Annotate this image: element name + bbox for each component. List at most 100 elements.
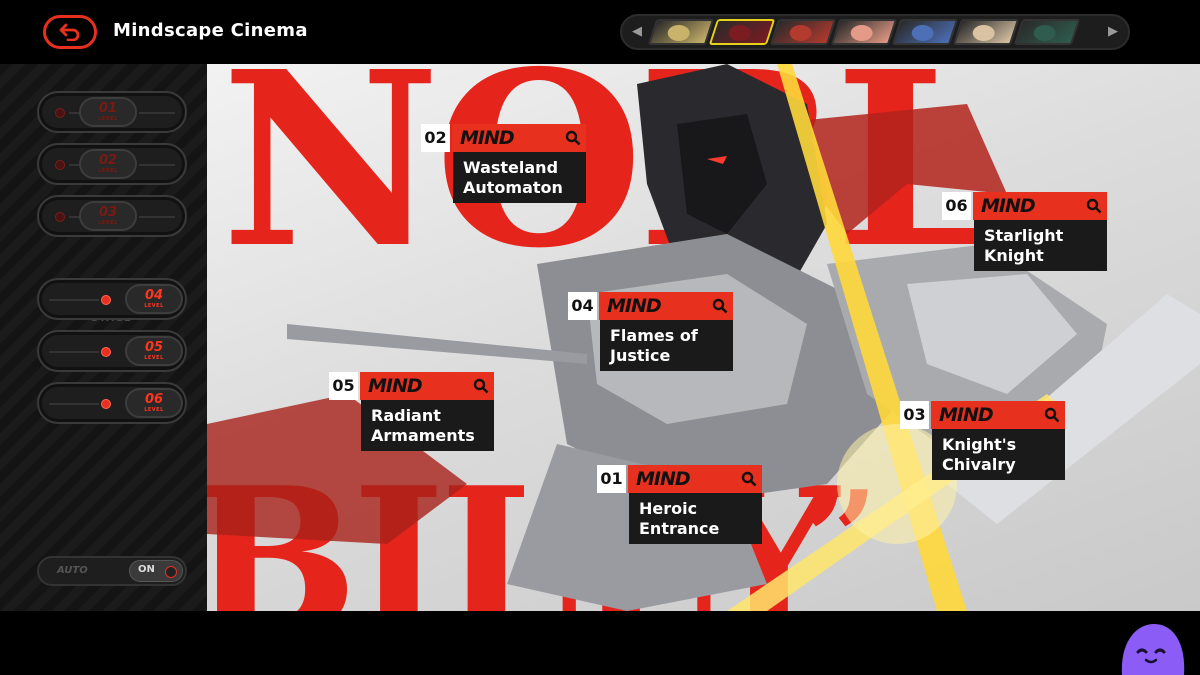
magnifier-icon <box>741 471 757 487</box>
level-rail <box>139 216 175 218</box>
level-4-button[interactable]: 04 LEVEL <box>37 278 187 320</box>
mind-tag: MIND <box>368 375 423 397</box>
level-indicator-dot <box>55 160 65 170</box>
level-3-button[interactable]: 03 LEVEL <box>37 195 187 237</box>
mindscape-title: Flames of Justice <box>600 320 733 371</box>
level-indicator-dot <box>101 347 111 357</box>
portrait-face <box>850 25 873 41</box>
character-1-portrait[interactable] <box>647 19 715 45</box>
level-5-button[interactable]: 05 LEVEL <box>37 330 187 372</box>
back-arrow-icon <box>59 23 80 41</box>
level-indicator-dot <box>55 212 65 222</box>
chevron-right-icon[interactable]: ▶ <box>1108 24 1118 39</box>
mindscape-card-05[interactable]: 05 MIND Radiant Armaments <box>329 372 494 451</box>
character-portraits <box>647 19 1081 45</box>
level-sublabel: LEVEL <box>144 303 164 309</box>
level-sublabel: LEVEL <box>98 168 118 174</box>
level-rail <box>139 164 175 166</box>
mindscape-card-03[interactable]: 03 MIND Knight's Chivalry <box>900 401 1065 480</box>
level-sublabel: LEVEL <box>144 407 164 413</box>
magnifier-icon <box>565 130 581 146</box>
top-bar: Mindscape Cinema ◀ ▶ <box>0 0 1200 64</box>
mindscape-title: Wasteland Automaton <box>453 152 586 203</box>
mindscape-header: MIND <box>931 401 1065 429</box>
magnifier-icon <box>1086 198 1102 214</box>
mind-tag: MIND <box>939 404 994 426</box>
mindscape-number: 04 <box>568 292 597 320</box>
auto-play-control: AUTO ON <box>37 556 187 586</box>
level-2-button[interactable]: 02 LEVEL <box>37 143 187 185</box>
level-sublabel: LEVEL <box>144 355 164 361</box>
mind-tag: MIND <box>607 295 662 317</box>
portrait-face <box>728 25 751 41</box>
level-number: 05 <box>144 340 164 355</box>
character-2-portrait[interactable] <box>708 19 776 45</box>
auto-label: AUTO <box>57 565 88 576</box>
level-knob: 02 LEVEL <box>79 149 137 179</box>
magnifier-icon <box>712 298 728 314</box>
mindscape-number: 03 <box>900 401 929 429</box>
mindscape-number: 01 <box>597 465 626 493</box>
mindscape-header: MIND <box>628 465 762 493</box>
portrait-face <box>911 25 934 41</box>
mindscape-card-04[interactable]: 04 MIND Flames of Justice <box>568 292 733 371</box>
level-indicator-dot <box>101 399 111 409</box>
character-6-portrait[interactable] <box>952 19 1020 45</box>
character-5-portrait[interactable] <box>891 19 959 45</box>
level-number: 02 <box>98 153 118 168</box>
level-knob: 03 LEVEL <box>79 201 137 231</box>
character-4-portrait[interactable] <box>830 19 898 45</box>
level-sublabel: LEVEL <box>98 220 118 226</box>
mind-tag: MIND <box>460 127 515 149</box>
character-3-portrait[interactable] <box>769 19 837 45</box>
magnifier-icon <box>1044 407 1060 423</box>
back-button[interactable] <box>43 15 97 49</box>
mindscape-artwork: NOBL BILLY ” 02 MIND Wasteland <box>207 64 1200 611</box>
level-number: 06 <box>144 392 164 407</box>
toggle-dot-icon <box>165 566 177 578</box>
bottom-bar <box>0 611 1200 675</box>
character-selector: ◀ ▶ <box>620 14 1130 50</box>
mindscape-title: Starlight Knight <box>974 220 1107 271</box>
portrait-face <box>1033 25 1056 41</box>
mascot-icon <box>1121 624 1185 675</box>
magnifier-icon <box>473 378 489 394</box>
level-number: 03 <box>98 205 118 220</box>
mindscape-card-01[interactable]: 01 MIND Heroic Entrance <box>597 465 762 544</box>
level-indicator-dot <box>55 108 65 118</box>
mindscape-title: Radiant Armaments <box>361 400 494 451</box>
portrait-face <box>972 25 995 41</box>
auto-toggle[interactable]: ON <box>129 560 183 582</box>
level-6-button[interactable]: 06 LEVEL <box>37 382 187 424</box>
level-knob: 04 LEVEL <box>125 284 183 314</box>
level-knob: 05 LEVEL <box>125 336 183 366</box>
mind-tag: MIND <box>636 468 691 490</box>
level-rail <box>49 299 99 301</box>
portrait-face <box>789 25 812 41</box>
mindscape-header: MIND <box>599 292 733 320</box>
level-number: 04 <box>144 288 164 303</box>
level-rail <box>139 112 175 114</box>
level-rail <box>49 403 99 405</box>
level-indicator-dot <box>101 295 111 305</box>
chevron-left-icon[interactable]: ◀ <box>632 24 642 39</box>
mindscape-number: 05 <box>329 372 358 400</box>
level-sidebar: 01 LEVEL 02 LEVEL 03 LEVEL ····· STAGE ·… <box>0 64 207 611</box>
mindscape-card-06[interactable]: 06 MIND Starlight Knight <box>942 192 1107 271</box>
level-knob: 01 LEVEL <box>79 97 137 127</box>
mindscape-card-02[interactable]: 02 MIND Wasteland Automaton <box>421 124 586 203</box>
mindscape-number: 06 <box>942 192 971 220</box>
character-7-portrait[interactable] <box>1013 19 1081 45</box>
portrait-face <box>667 25 690 41</box>
level-sublabel: LEVEL <box>98 116 118 122</box>
level-knob: 06 LEVEL <box>125 388 183 418</box>
page-title: Mindscape Cinema <box>113 20 308 41</box>
level-number: 01 <box>98 101 118 116</box>
level-1-button[interactable]: 01 LEVEL <box>37 91 187 133</box>
mindscape-title: Knight's Chivalry <box>932 429 1065 480</box>
mindscape-header: MIND <box>452 124 586 152</box>
auto-state-label: ON <box>138 564 155 575</box>
mindscape-title: Heroic Entrance <box>629 493 762 544</box>
mind-tag: MIND <box>981 195 1036 217</box>
mindscape-number: 02 <box>421 124 450 152</box>
